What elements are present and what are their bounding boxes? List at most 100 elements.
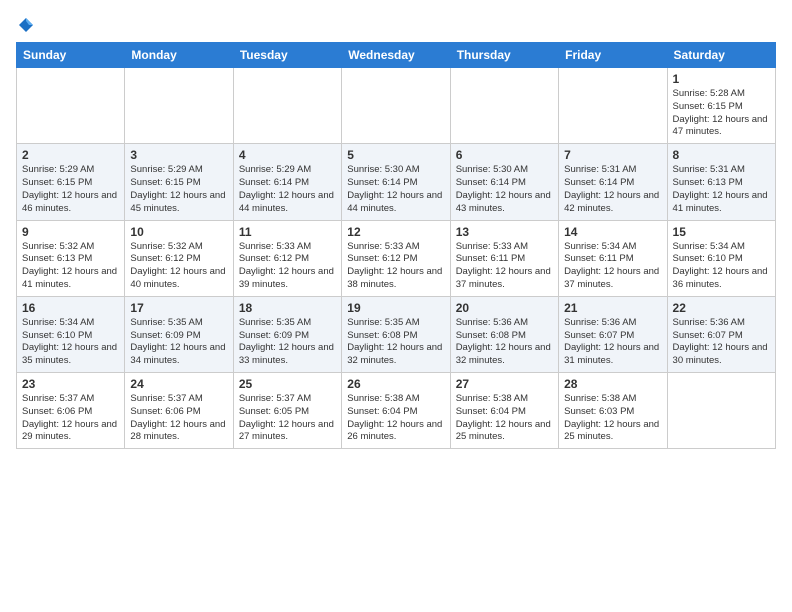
calendar-cell bbox=[667, 373, 775, 449]
day-number: 15 bbox=[673, 225, 770, 239]
day-number: 18 bbox=[239, 301, 336, 315]
day-info: Sunrise: 5:33 AM Sunset: 6:11 PM Dayligh… bbox=[456, 241, 553, 292]
calendar-cell: 10 Sunrise: 5:32 AM Sunset: 6:12 PM Dayli… bbox=[125, 220, 233, 296]
calendar-week-row: 1 Sunrise: 5:28 AM Sunset: 6:15 PM Daylig… bbox=[17, 68, 776, 144]
day-info: Sunrise: 5:33 AM Sunset: 6:12 PM Dayligh… bbox=[347, 241, 444, 292]
day-number: 22 bbox=[673, 301, 770, 315]
day-info: Sunrise: 5:36 AM Sunset: 6:08 PM Dayligh… bbox=[456, 317, 553, 368]
day-info: Sunrise: 5:28 AM Sunset: 6:15 PM Dayligh… bbox=[673, 88, 770, 139]
day-number: 25 bbox=[239, 377, 336, 391]
calendar-cell: 27 Sunrise: 5:38 AM Sunset: 6:04 PM Dayli… bbox=[450, 373, 558, 449]
calendar-cell: 17 Sunrise: 5:35 AM Sunset: 6:09 PM Dayli… bbox=[125, 296, 233, 372]
day-number: 17 bbox=[130, 301, 227, 315]
calendar-cell: 14 Sunrise: 5:34 AM Sunset: 6:11 PM Dayli… bbox=[559, 220, 667, 296]
weekday-header-wednesday: Wednesday bbox=[342, 43, 450, 68]
calendar-table: SundayMondayTuesdayWednesdayThursdayFrid… bbox=[16, 42, 776, 449]
day-info: Sunrise: 5:29 AM Sunset: 6:15 PM Dayligh… bbox=[130, 164, 227, 215]
calendar-cell: 12 Sunrise: 5:33 AM Sunset: 6:12 PM Dayli… bbox=[342, 220, 450, 296]
day-number: 21 bbox=[564, 301, 661, 315]
calendar-cell: 7 Sunrise: 5:31 AM Sunset: 6:14 PM Daylig… bbox=[559, 144, 667, 220]
day-number: 7 bbox=[564, 148, 661, 162]
day-info: Sunrise: 5:32 AM Sunset: 6:13 PM Dayligh… bbox=[22, 241, 119, 292]
calendar-cell: 22 Sunrise: 5:36 AM Sunset: 6:07 PM Dayli… bbox=[667, 296, 775, 372]
day-number: 19 bbox=[347, 301, 444, 315]
day-number: 1 bbox=[673, 72, 770, 86]
day-info: Sunrise: 5:31 AM Sunset: 6:14 PM Dayligh… bbox=[564, 164, 661, 215]
calendar-week-row: 16Sunrise: 5:34 AM Sunset: 6:10 PM Dayli… bbox=[17, 296, 776, 372]
day-info: Sunrise: 5:37 AM Sunset: 6:06 PM Dayligh… bbox=[130, 393, 227, 444]
calendar-week-row: 9 Sunrise: 5:32 AM Sunset: 6:13 PM Daylig… bbox=[17, 220, 776, 296]
calendar-cell: 20 Sunrise: 5:36 AM Sunset: 6:08 PM Dayli… bbox=[450, 296, 558, 372]
day-number: 5 bbox=[347, 148, 444, 162]
weekday-header-tuesday: Tuesday bbox=[233, 43, 341, 68]
calendar-cell: 11 Sunrise: 5:33 AM Sunset: 6:12 PM Dayli… bbox=[233, 220, 341, 296]
day-info: Sunrise: 5:34 AM Sunset: 6:10 PM Dayligh… bbox=[673, 241, 770, 292]
day-info: Sunrise: 5:31 AM Sunset: 6:13 PM Dayligh… bbox=[673, 164, 770, 215]
day-info: Sunrise: 5:33 AM Sunset: 6:12 PM Dayligh… bbox=[239, 241, 336, 292]
day-info: Sunrise: 5:35 AM Sunset: 6:08 PM Dayligh… bbox=[347, 317, 444, 368]
calendar-cell: 9 Sunrise: 5:32 AM Sunset: 6:13 PM Daylig… bbox=[17, 220, 125, 296]
day-number: 24 bbox=[130, 377, 227, 391]
day-info: Sunrise: 5:34 AM Sunset: 6:11 PM Dayligh… bbox=[564, 241, 661, 292]
calendar-cell bbox=[342, 68, 450, 144]
day-info: Sunrise: 5:38 AM Sunset: 6:04 PM Dayligh… bbox=[456, 393, 553, 444]
day-number: 4 bbox=[239, 148, 336, 162]
day-info: Sunrise: 5:29 AM Sunset: 6:15 PM Dayligh… bbox=[22, 164, 119, 215]
weekday-header-monday: Monday bbox=[125, 43, 233, 68]
calendar-cell: 24 Sunrise: 5:37 AM Sunset: 6:06 PM Dayli… bbox=[125, 373, 233, 449]
day-info: Sunrise: 5:36 AM Sunset: 6:07 PM Dayligh… bbox=[673, 317, 770, 368]
weekday-header-thursday: Thursday bbox=[450, 43, 558, 68]
calendar-week-row: 2 Sunrise: 5:29 AM Sunset: 6:15 PM Daylig… bbox=[17, 144, 776, 220]
day-number: 2 bbox=[22, 148, 119, 162]
day-number: 26 bbox=[347, 377, 444, 391]
day-info: Sunrise: 5:35 AM Sunset: 6:09 PM Dayligh… bbox=[130, 317, 227, 368]
day-info: Sunrise: 5:30 AM Sunset: 6:14 PM Dayligh… bbox=[456, 164, 553, 215]
calendar-cell: 19 Sunrise: 5:35 AM Sunset: 6:08 PM Dayli… bbox=[342, 296, 450, 372]
day-info: Sunrise: 5:37 AM Sunset: 6:06 PM Dayligh… bbox=[22, 393, 119, 444]
calendar-cell: 26 Sunrise: 5:38 AM Sunset: 6:04 PM Dayli… bbox=[342, 373, 450, 449]
calendar-cell: 23 Sunrise: 5:37 AM Sunset: 6:06 PM Dayli… bbox=[17, 373, 125, 449]
day-number: 12 bbox=[347, 225, 444, 239]
day-number: 14 bbox=[564, 225, 661, 239]
day-number: 8 bbox=[673, 148, 770, 162]
calendar-week-row: 23 Sunrise: 5:37 AM Sunset: 6:06 PM Dayli… bbox=[17, 373, 776, 449]
calendar-cell bbox=[559, 68, 667, 144]
calendar-cell bbox=[233, 68, 341, 144]
calendar-cell: 4 Sunrise: 5:29 AM Sunset: 6:14 PM Daylig… bbox=[233, 144, 341, 220]
day-info: Sunrise: 5:35 AM Sunset: 6:09 PM Dayligh… bbox=[239, 317, 336, 368]
calendar-cell: 18 Sunrise: 5:35 AM Sunset: 6:09 PM Dayli… bbox=[233, 296, 341, 372]
day-info: Sunrise: 5:32 AM Sunset: 6:12 PM Dayligh… bbox=[130, 241, 227, 292]
page-header bbox=[16, 16, 776, 34]
logo bbox=[16, 16, 35, 34]
calendar-cell: 15 Sunrise: 5:34 AM Sunset: 6:10 PM Dayli… bbox=[667, 220, 775, 296]
day-info: Sunrise: 5:29 AM Sunset: 6:14 PM Dayligh… bbox=[239, 164, 336, 215]
weekday-header-row: SundayMondayTuesdayWednesdayThursdayFrid… bbox=[17, 43, 776, 68]
day-info: Sunrise: 5:37 AM Sunset: 6:05 PM Dayligh… bbox=[239, 393, 336, 444]
calendar-cell: 25 Sunrise: 5:37 AM Sunset: 6:05 PM Dayli… bbox=[233, 373, 341, 449]
calendar-cell bbox=[17, 68, 125, 144]
day-number: 3 bbox=[130, 148, 227, 162]
calendar-cell: 16Sunrise: 5:34 AM Sunset: 6:10 PM Dayli… bbox=[17, 296, 125, 372]
day-number: 23 bbox=[22, 377, 119, 391]
weekday-header-saturday: Saturday bbox=[667, 43, 775, 68]
calendar-cell: 3 Sunrise: 5:29 AM Sunset: 6:15 PM Daylig… bbox=[125, 144, 233, 220]
day-number: 28 bbox=[564, 377, 661, 391]
calendar-cell: 5Sunrise: 5:30 AM Sunset: 6:14 PM Daylig… bbox=[342, 144, 450, 220]
day-number: 6 bbox=[456, 148, 553, 162]
day-number: 27 bbox=[456, 377, 553, 391]
calendar-cell: 28 Sunrise: 5:38 AM Sunset: 6:03 PM Dayli… bbox=[559, 373, 667, 449]
day-number: 16 bbox=[22, 301, 119, 315]
day-number: 20 bbox=[456, 301, 553, 315]
day-info: Sunrise: 5:36 AM Sunset: 6:07 PM Dayligh… bbox=[564, 317, 661, 368]
day-number: 9 bbox=[22, 225, 119, 239]
calendar-cell: 13Sunrise: 5:33 AM Sunset: 6:11 PM Dayli… bbox=[450, 220, 558, 296]
day-info: Sunrise: 5:38 AM Sunset: 6:03 PM Dayligh… bbox=[564, 393, 661, 444]
calendar-cell: 6 Sunrise: 5:30 AM Sunset: 6:14 PM Daylig… bbox=[450, 144, 558, 220]
calendar-cell: 21 Sunrise: 5:36 AM Sunset: 6:07 PM Dayli… bbox=[559, 296, 667, 372]
calendar-cell: 2 Sunrise: 5:29 AM Sunset: 6:15 PM Daylig… bbox=[17, 144, 125, 220]
calendar-cell bbox=[125, 68, 233, 144]
weekday-header-sunday: Sunday bbox=[17, 43, 125, 68]
day-number: 11 bbox=[239, 225, 336, 239]
day-number: 10 bbox=[130, 225, 227, 239]
day-info: Sunrise: 5:38 AM Sunset: 6:04 PM Dayligh… bbox=[347, 393, 444, 444]
